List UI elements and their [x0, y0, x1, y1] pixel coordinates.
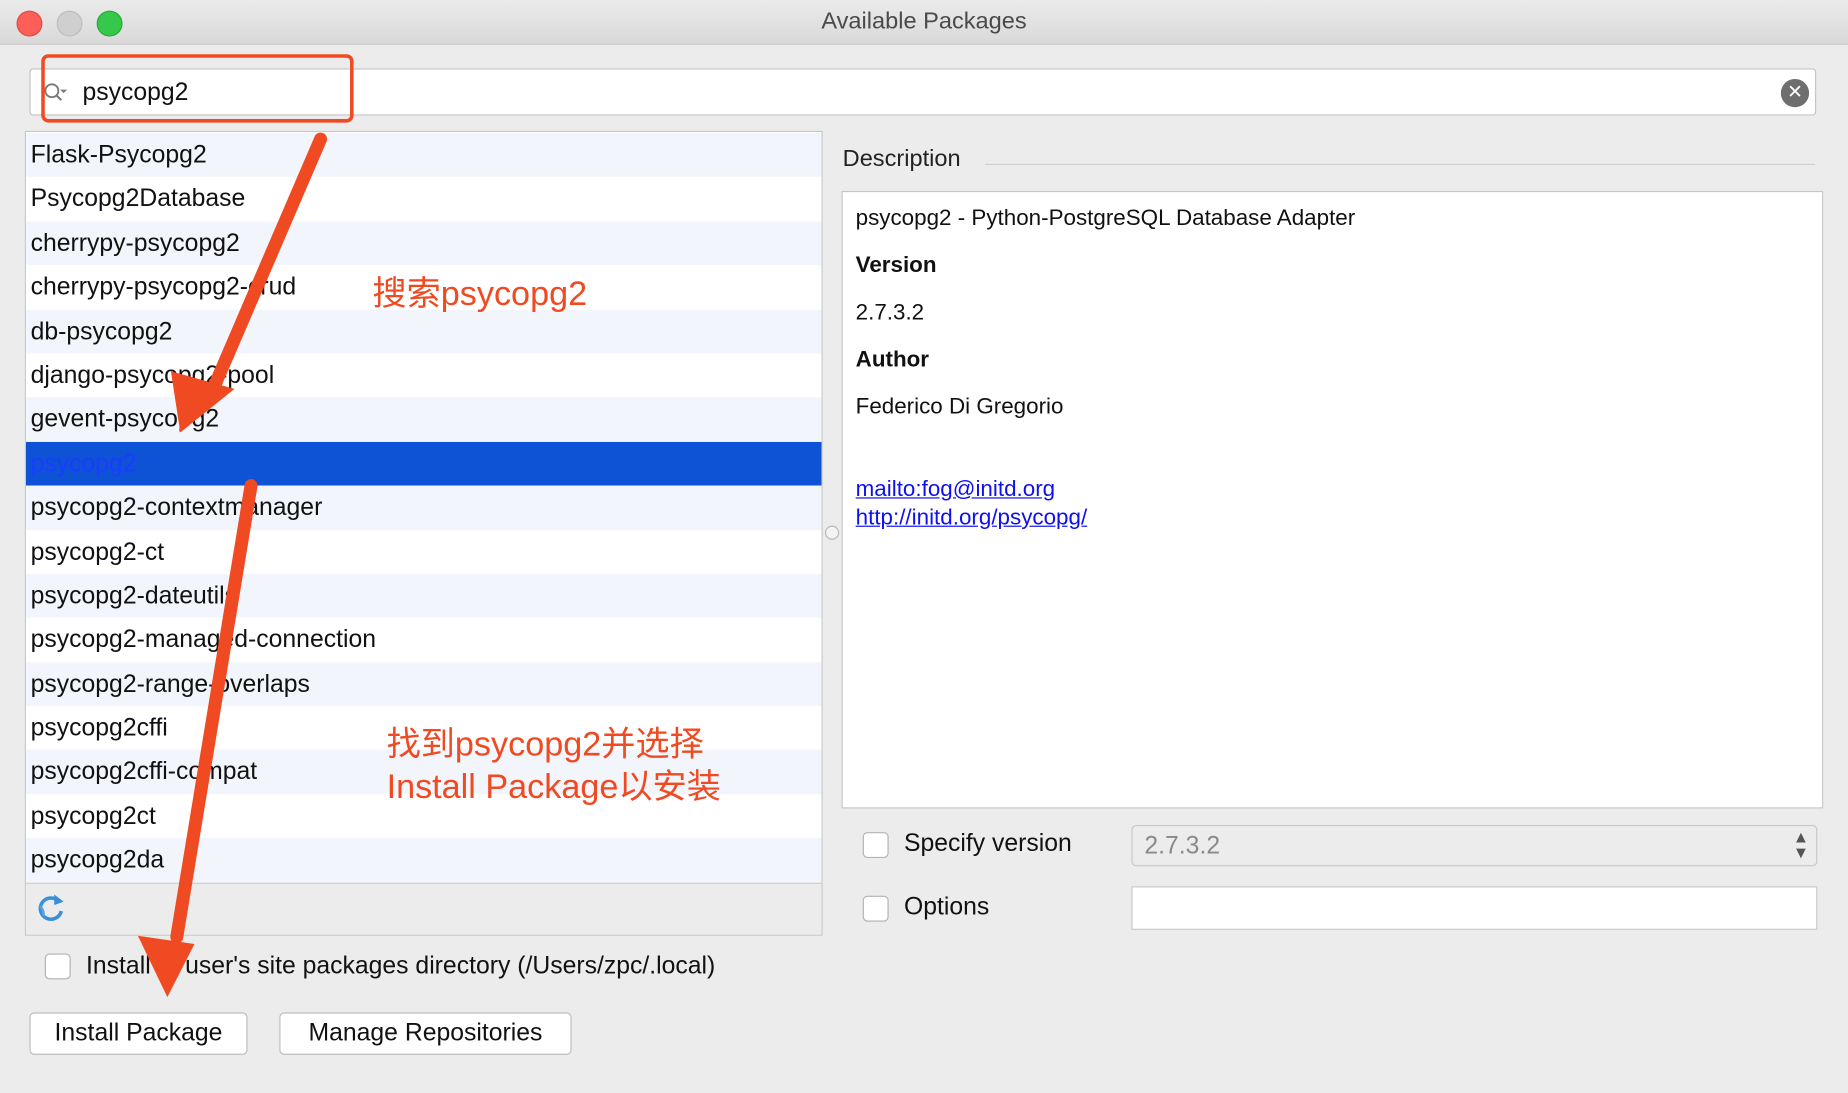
window-title: Available Packages — [821, 8, 1027, 35]
manage-repositories-button[interactable]: Manage Repositories — [279, 1012, 572, 1055]
author-label: Author — [855, 347, 930, 373]
package-row[interactable]: Psycopg2Database — [25, 177, 822, 222]
stepper-arrows-icon: ▲ ▼ — [1792, 827, 1810, 862]
version-value: 2.7.3.2 — [855, 300, 925, 326]
package-list-toolbar — [25, 882, 822, 935]
author-value: Federico Di Gregorio — [855, 394, 1064, 420]
package-row[interactable]: psycopg2da — [25, 838, 822, 883]
package-row[interactable]: Flask-Psycopg2 — [25, 133, 822, 178]
select-annotation-line2: Install Package以安装 — [386, 768, 721, 807]
user-site-label: Install to user's site packages director… — [86, 952, 716, 980]
homepage-link[interactable]: http://initd.org/psycopg/ — [856, 506, 1088, 531]
install-package-button[interactable]: Install Package — [29, 1012, 248, 1055]
version-label: Version — [855, 253, 937, 279]
description-panel: psycopg2 - Python-PostgreSQL Database Ad… — [841, 190, 1824, 809]
version-select[interactable]: 2.7.3.2 ▲ ▼ — [1131, 824, 1818, 867]
package-row[interactable]: db-psycopg2 — [25, 309, 822, 354]
package-row[interactable]: psycopg2-range-overlaps — [25, 661, 822, 707]
package-row[interactable]: psycopg2-dateutils — [25, 573, 822, 618]
package-row[interactable]: psycopg2-managed-connection — [25, 617, 822, 662]
email-link[interactable]: mailto:fog@initd.org — [856, 477, 1055, 502]
options-input[interactable] — [1131, 886, 1818, 930]
version-select-value: 2.7.3.2 — [1144, 832, 1221, 860]
package-list-panel: Flask-Psycopg2 Psycopg2Database cherrypy-p… — [24, 130, 823, 936]
clear-search-icon[interactable]: ✕ — [1780, 78, 1810, 108]
splitter-handle[interactable] — [824, 525, 840, 540]
options-label: Options — [903, 893, 990, 921]
available-packages-window: Available Packages ✕ Flask-Psycopg2Psyco… — [0, 0, 1848, 1093]
search-highlight-box — [41, 54, 354, 123]
specify-version-label: Specify version — [903, 829, 1072, 857]
description-divider — [985, 163, 1815, 165]
package-row[interactable]: django-psycopg2-pool — [25, 353, 822, 398]
package-row[interactable]: psycopg2-ct — [25, 529, 822, 574]
package-summary: psycopg2 - Python-PostgreSQL Database Ad… — [855, 206, 1356, 231]
package-row[interactable]: gevent-psycopg2 — [25, 397, 822, 442]
user-site-checkbox[interactable] — [44, 953, 71, 980]
package-row[interactable]: psycopg2-contextmanager — [25, 485, 822, 530]
description-header: Description — [842, 146, 961, 173]
options-checkbox[interactable] — [862, 895, 889, 922]
package-row[interactable]: cherrypy-psycopg2 — [25, 221, 822, 266]
refresh-icon[interactable] — [33, 891, 68, 926]
package-row-selected[interactable]: psycopg2 — [25, 441, 822, 486]
specify-version-checkbox[interactable] — [862, 832, 889, 858]
title-bar: Available Packages — [0, 0, 1848, 45]
search-annotation: 搜索psycopg2 — [372, 275, 588, 314]
